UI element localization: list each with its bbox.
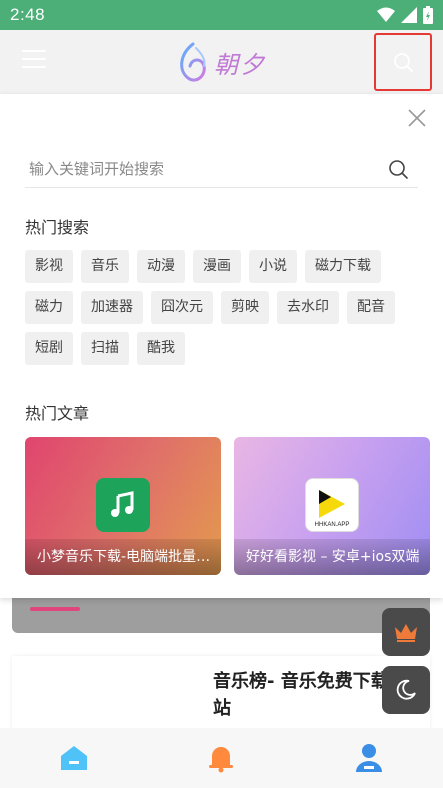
- hot-tag[interactable]: 扫描: [81, 332, 129, 365]
- home-icon: [60, 746, 87, 770]
- nav-notifications[interactable]: [201, 738, 241, 778]
- hot-tag[interactable]: 磁力下载: [305, 250, 381, 283]
- background-card-accent: [30, 607, 80, 611]
- menu-icon-line: [22, 58, 46, 60]
- hot-tag[interactable]: 动漫: [137, 250, 185, 283]
- user-icon: [356, 744, 383, 772]
- menu-icon-line: [22, 50, 46, 52]
- logo-text: 朝夕: [214, 50, 266, 79]
- status-time: 2:48: [10, 5, 46, 24]
- music-note-icon: [96, 478, 150, 532]
- hot-tag[interactable]: 小说: [249, 250, 297, 283]
- bottom-nav: [0, 728, 443, 788]
- hot-tag[interactable]: 音乐: [81, 250, 129, 283]
- article-card[interactable]: HHKAN.APP 好好看影视 – 安卓+ios双端: [234, 437, 430, 575]
- vip-button[interactable]: [382, 608, 430, 656]
- hot-tag[interactable]: 影视: [25, 250, 73, 283]
- search-panel: 热门搜索 影视 音乐 动漫 漫画 小说 磁力下载 磁力 加速器 囧次元 剪映 去…: [0, 94, 443, 598]
- search-icon: [394, 53, 413, 72]
- menu-icon-line: [22, 66, 46, 68]
- hot-articles-title: 热门文章: [25, 404, 90, 423]
- hot-tag[interactable]: 剪映: [221, 291, 269, 324]
- nav-profile[interactable]: [349, 738, 389, 778]
- article-title: 好好看影视 – 安卓+ios双端: [234, 539, 430, 575]
- dark-mode-button[interactable]: [382, 666, 430, 714]
- close-icon: [408, 109, 426, 127]
- background-card: [12, 597, 430, 633]
- search-submit-icon[interactable]: [386, 157, 410, 181]
- article-card[interactable]: 小梦音乐下载-电脑端批量下载: [25, 437, 221, 575]
- search-button[interactable]: [374, 33, 432, 91]
- nav-home[interactable]: [54, 738, 94, 778]
- hot-articles-carousel: 小梦音乐下载-电脑端批量下载 HHKAN.APP 好好看影视 – 安卓+ios双…: [25, 437, 443, 575]
- battery-icon: [423, 6, 433, 24]
- app-header: 朝夕: [0, 30, 443, 94]
- hot-tag[interactable]: 去水印: [277, 291, 339, 324]
- background-article-title[interactable]: 音乐榜- 音乐免费下载站: [213, 668, 393, 722]
- crown-icon: [395, 624, 417, 642]
- article-title: 小梦音乐下载-电脑端批量下载: [25, 539, 221, 575]
- hot-tag[interactable]: 磁力: [25, 291, 73, 324]
- hot-tag[interactable]: 配音: [347, 291, 395, 324]
- logo[interactable]: 朝夕: [176, 40, 266, 84]
- moon-icon: [396, 679, 416, 700]
- menu-button[interactable]: [22, 50, 46, 70]
- hot-tag[interactable]: 酷我: [137, 332, 185, 365]
- hot-tag[interactable]: 囧次元: [151, 291, 213, 324]
- logo-mark-icon: [180, 42, 206, 82]
- hot-search-title: 热门搜索: [25, 218, 90, 237]
- signal-icon: [401, 7, 417, 23]
- search-input[interactable]: [25, 159, 386, 178]
- status-icons: [377, 6, 433, 24]
- status-bar: 2:48: [0, 0, 443, 30]
- app-icon-label: HHKAN.APP: [315, 522, 350, 528]
- bell-icon: [209, 747, 234, 773]
- hot-tag[interactable]: 漫画: [193, 250, 241, 283]
- wifi-icon: [377, 7, 395, 22]
- hot-search-tags: 影视 音乐 动漫 漫画 小说 磁力下载 磁力 加速器 囧次元 剪映 去水印 配音…: [25, 250, 425, 365]
- close-button[interactable]: [405, 106, 429, 130]
- search-field-row: [25, 150, 418, 188]
- hot-tag[interactable]: 加速器: [81, 291, 143, 324]
- hhkan-app-icon: HHKAN.APP: [305, 478, 359, 532]
- hot-tag[interactable]: 短剧: [25, 332, 73, 365]
